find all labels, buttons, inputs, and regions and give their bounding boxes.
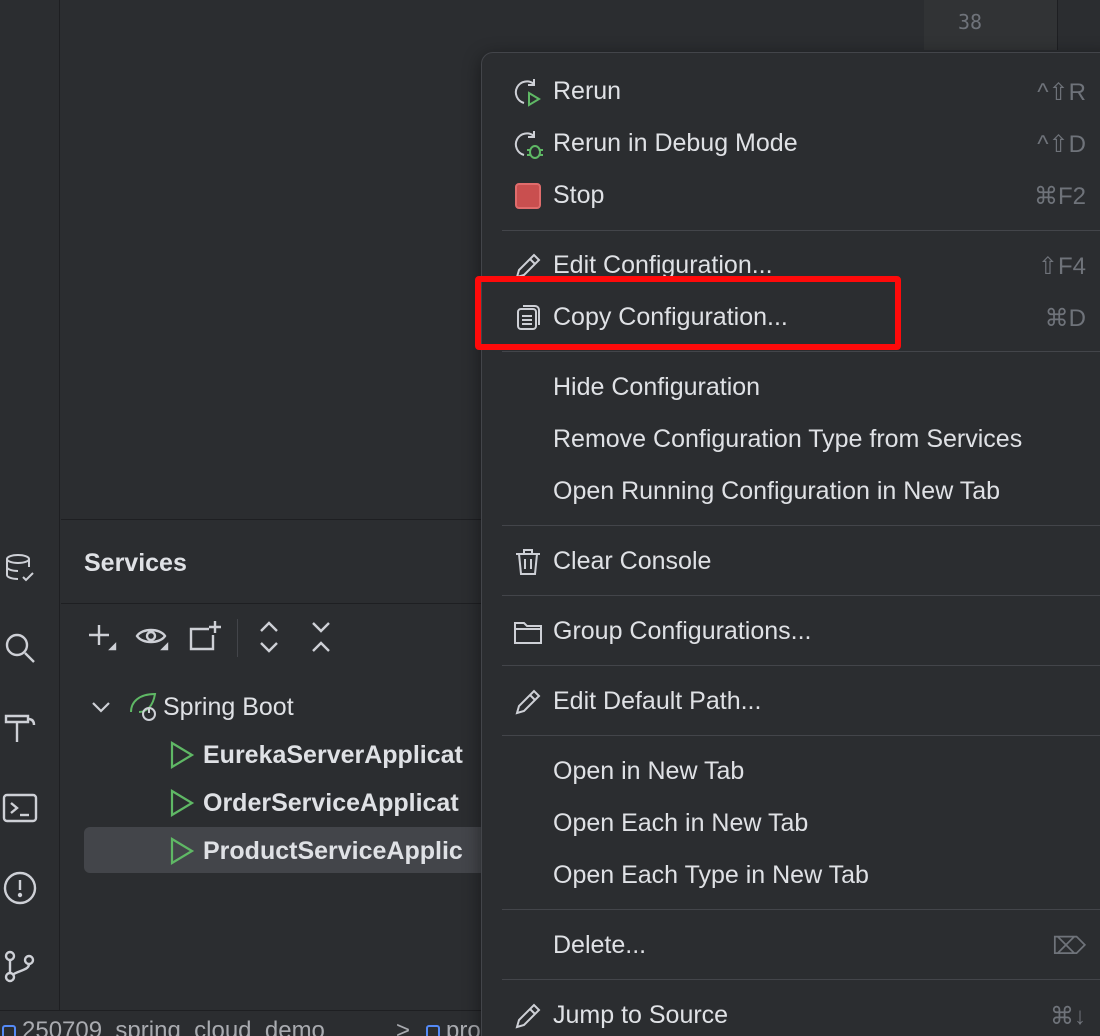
breadcrumb-label: 250709_spring_cloud_demo — [22, 1017, 325, 1036]
menu-item-open-each-in-new-tab[interactable]: Open Each in New Tab — [502, 800, 1100, 848]
menu-item-label: Open Each Type in New Tab — [553, 861, 869, 889]
menu-item-open-each-type-in-new-tab[interactable]: Open Each Type in New Tab — [502, 852, 1100, 900]
tree-group-spring-boot[interactable]: Spring Boot — [89, 684, 294, 730]
build-hammer-icon[interactable] — [0, 708, 40, 748]
pencil-icon — [512, 686, 544, 718]
menu-item-label: Group Configurations... — [553, 617, 812, 645]
menu-item-remove-configuration-type[interactable]: Remove Configuration Type from Services — [502, 416, 1100, 464]
breadcrumb-project[interactable]: 250709_spring_cloud_demo — [2, 1017, 325, 1036]
pencil-icon — [512, 1000, 544, 1032]
tree-group-label: Spring Boot — [163, 692, 294, 721]
breadcrumb-module[interactable]: pro — [426, 1017, 481, 1036]
menu-item-shortcut: ⌘F2 — [1033, 183, 1086, 210]
breadcrumb-separator: > — [396, 1017, 411, 1036]
menu-item-hide-configuration[interactable]: Hide Configuration — [502, 364, 1100, 412]
menu-separator — [502, 665, 1100, 666]
new-group-icon[interactable] — [187, 619, 223, 655]
tree-item-label: ProductServiceApplic — [203, 836, 463, 865]
delete-key-icon: ⌦ — [1052, 933, 1086, 960]
menu-item-label: Copy Configuration... — [553, 303, 788, 331]
rerun-icon — [512, 76, 544, 108]
menu-item-open-in-new-tab[interactable]: Open in New Tab — [502, 748, 1100, 796]
database-icon[interactable] — [0, 548, 40, 588]
menu-item-label: Edit Configuration... — [553, 251, 773, 279]
tree-item-label: EurekaServerApplicat — [203, 740, 463, 769]
eye-icon[interactable] — [135, 619, 171, 655]
menu-item-stop[interactable]: Stop ⌘F2 — [502, 172, 1100, 220]
run-icon — [167, 836, 197, 866]
collapse-all-icon[interactable] — [303, 619, 339, 655]
rerun-debug-icon — [512, 128, 544, 160]
menu-item-label: Clear Console — [553, 547, 712, 575]
tree-item-order[interactable]: OrderServiceApplicat — [167, 780, 459, 826]
menu-item-label: Stop — [553, 181, 605, 209]
git-branch-icon[interactable] — [0, 946, 40, 986]
menu-separator — [502, 979, 1100, 980]
menu-item-shortcut: ⇧F4 — [1037, 253, 1086, 280]
menu-item-delete[interactable]: Delete... ⌦ — [502, 922, 1100, 970]
line-number: 38 — [958, 10, 983, 34]
services-title: Services — [84, 549, 187, 577]
menu-separator — [502, 525, 1100, 526]
menu-item-shortcut: ^⇧D — [1037, 131, 1086, 158]
menu-item-clear-console[interactable]: Clear Console — [502, 538, 1100, 586]
chevron-down-icon[interactable] — [89, 695, 113, 719]
menu-separator — [502, 909, 1100, 910]
module-icon — [426, 1024, 440, 1036]
menu-item-label: Rerun — [553, 77, 622, 105]
menu-separator — [502, 351, 1100, 352]
breadcrumb-label: pro — [446, 1017, 481, 1036]
menu-item-shortcut: ⌘↓ — [1050, 1003, 1086, 1030]
menu-item-edit-default-path[interactable]: Edit Default Path... — [502, 678, 1100, 726]
tree-item-eureka[interactable]: EurekaServerApplicat — [167, 732, 463, 778]
menu-separator — [502, 735, 1100, 736]
spring-boot-icon — [127, 690, 161, 724]
module-icon — [2, 1024, 16, 1036]
problems-icon[interactable] — [0, 868, 40, 908]
tool-window-strip — [0, 0, 60, 1010]
menu-item-label: Delete... — [553, 931, 647, 959]
trash-icon — [512, 546, 544, 578]
menu-item-label: Open in New Tab — [553, 757, 745, 785]
menu-item-group-configurations[interactable]: Group Configurations... — [502, 608, 1100, 656]
copy-icon — [512, 302, 544, 334]
menu-item-open-running-configuration[interactable]: Open Running Configuration in New Tab — [502, 468, 1100, 516]
menu-item-edit-configuration[interactable]: Edit Configuration... ⇧F4 — [502, 242, 1100, 290]
menu-item-copy-configuration[interactable]: Copy Configuration... ⌘D — [502, 294, 1100, 342]
menu-separator — [502, 230, 1100, 231]
terminal-icon[interactable] — [0, 788, 40, 828]
folder-icon — [512, 616, 544, 648]
tree-item-label: OrderServiceApplicat — [203, 788, 459, 817]
menu-separator — [502, 595, 1100, 596]
menu-item-label: Open Running Configuration in New Tab — [553, 477, 1001, 505]
editor-gutter — [924, 0, 1058, 50]
context-menu: Rerun ^⇧R Rerun in Debug Mode ^⇧D Stop ⌘… — [481, 52, 1100, 1036]
pencil-icon — [512, 250, 544, 282]
toolbar-separator — [237, 619, 238, 657]
tree-item-product[interactable]: ProductServiceApplic — [167, 828, 463, 874]
menu-item-label: Rerun in Debug Mode — [553, 129, 798, 157]
stop-icon — [512, 180, 544, 212]
run-icon — [167, 740, 197, 770]
menu-item-rerun-debug[interactable]: Rerun in Debug Mode ^⇧D — [502, 120, 1100, 168]
menu-item-label: Jump to Source — [553, 1001, 729, 1029]
search-icon[interactable] — [0, 628, 40, 668]
add-service-icon[interactable] — [83, 619, 119, 655]
menu-item-rerun[interactable]: Rerun ^⇧R — [502, 68, 1100, 116]
run-icon — [167, 788, 197, 818]
menu-item-jump-to-source[interactable]: Jump to Source ⌘↓ — [502, 992, 1100, 1036]
menu-item-shortcut: ⌘D — [1044, 305, 1086, 332]
menu-item-label: Remove Configuration Type from Services — [553, 425, 1023, 453]
menu-item-shortcut: ^⇧R — [1037, 79, 1086, 106]
menu-item-label: Open Each in New Tab — [553, 809, 809, 837]
menu-item-label: Edit Default Path... — [553, 687, 762, 715]
menu-item-label: Hide Configuration — [553, 373, 761, 401]
expand-all-icon[interactable] — [251, 619, 287, 655]
